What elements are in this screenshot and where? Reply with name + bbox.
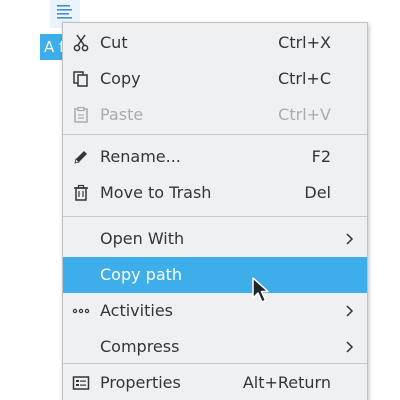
menu-item-label: Copy [100,69,141,88]
menu-separator [63,216,367,217]
scissors-icon [73,34,89,52]
menu-item-label: Activities [100,301,173,320]
menu-item-label: Rename... [100,147,181,166]
pencil-icon [74,151,87,164]
chevron-right-icon [346,305,354,317]
menu-item-label: Copy path [100,265,183,284]
menu-item-move-to-trash[interactable]: Move to Trash Del [63,175,367,211]
context-menu: Cut Ctrl+X Copy Ctrl+C Paste Ctrl+V Rena… [62,22,368,400]
menu-item-label: Paste [100,105,144,124]
menu-item-shortcut: Del [304,183,331,202]
menu-item-compress[interactable]: Compress [63,329,367,365]
menu-item-label: Open With [100,229,185,248]
mouse-pointer-icon [252,277,269,303]
menu-item-label: Move to Trash [100,183,212,202]
menu-item-open-with[interactable]: Open With [63,221,367,257]
trash-icon [74,184,88,201]
menu-item-paste: Paste Ctrl+V [63,97,367,133]
menu-item-label: Properties [100,373,181,392]
menu-separator [63,363,367,364]
dots-icon [72,308,90,314]
menu-separator [63,134,367,135]
menu-item-properties[interactable]: Properties Alt+Return [63,365,367,400]
menu-item-copy-path[interactable]: Copy path [63,257,367,293]
desktop: A f Cut Ctrl+X Copy Ctrl+C Paste Ctrl+V … [0,0,400,400]
properties-icon [72,376,90,390]
menu-item-shortcut: Ctrl+C [277,69,331,88]
menu-item-activities[interactable]: Activities [63,293,367,329]
menu-item-shortcut: Ctrl+V [278,105,331,124]
menu-item-label: Cut [100,33,128,52]
menu-item-cut[interactable]: Cut Ctrl+X [63,25,367,61]
menu-item-shortcut: F2 [311,147,331,166]
copy-icon [73,71,88,87]
chevron-right-icon [346,341,354,353]
menu-item-label: Compress [100,337,180,356]
clipboard-icon [74,106,88,123]
menu-item-copy[interactable]: Copy Ctrl+C [63,61,367,97]
menu-item-shortcut: Ctrl+X [278,33,331,52]
menu-item-shortcut: Alt+Return [242,373,331,392]
menu-item-rename[interactable]: Rename... F2 [63,139,367,175]
chevron-right-icon [346,233,354,245]
